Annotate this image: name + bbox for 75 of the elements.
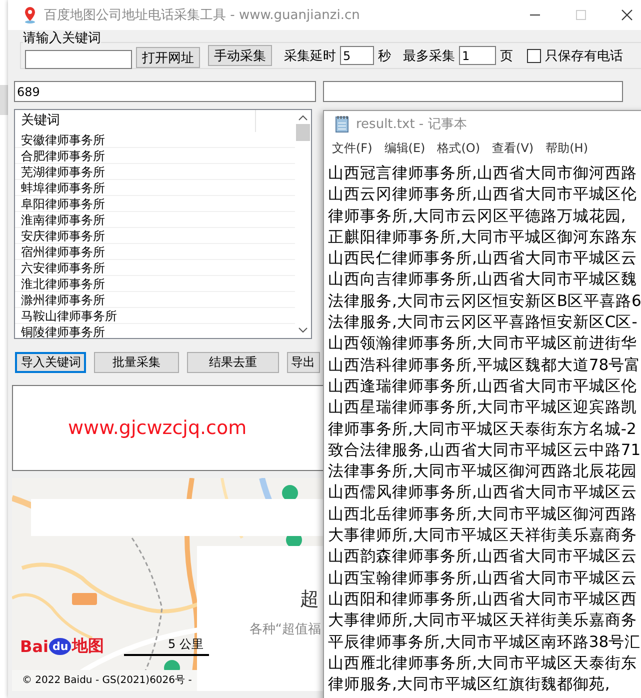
menu-item[interactable]: 查看(V) [492, 140, 534, 156]
list-item[interactable]: 阜阳律师事务所 [15, 196, 295, 212]
text-line: 山西儒风律师事务所,山西省大同市平城区云 [328, 482, 638, 504]
text-line: 山西向吉律师事务所,山西省大同市平城区魏 [328, 269, 638, 290]
action-button[interactable]: 批量采集 [94, 352, 179, 373]
text-line: 律师服务,大同市平城区红旗街魏都御苑, [328, 674, 611, 696]
popup-text: 各种“超值福 [249, 621, 321, 638]
scroll-down-icon[interactable] [298, 326, 308, 334]
list-item[interactable]: 淮北律师事务所 [15, 276, 295, 292]
text-line: 法律服务,大同市云冈区平喜路恒安新区C区- [328, 312, 638, 334]
text-line: 山西云冈律师事务所,山西省大同市平城区伦 [328, 184, 638, 206]
group-label: 请输入关键词 [23, 32, 101, 46]
logo-text: Bai [20, 637, 48, 656]
text-line: 山西阳和律师事务所,山西省大同市平城区西 [328, 588, 638, 610]
column-header[interactable]: 关键词 [15, 110, 256, 132]
text-line: 律师事务所,大同市平城区天泰街东方名城-2 [328, 418, 638, 440]
list-item[interactable]: 六安律师事务所 [15, 260, 295, 276]
action-button[interactable]: 结果去重 [187, 352, 279, 373]
text-line: 致合法律服务,山西省大同市平城区云中路71 [328, 440, 641, 461]
list-item[interactable]: 淮南律师事务所 [15, 212, 295, 228]
keyword-field[interactable] [25, 50, 132, 69]
website-link[interactable]: www.gjcwzcjq.com [68, 417, 247, 439]
checkbox[interactable] [527, 48, 541, 62]
text-line: 正麒阳律师事务所,大同市平城区御河东路东 [328, 226, 638, 248]
list-item[interactable]: 安徽律师事务所 [15, 132, 295, 148]
map-copyright: © 2022 Baidu - GS(2021)6026号 - [12, 670, 197, 691]
text-line: 山西民仁律师事务所,山西省大同市平城区云 [328, 248, 638, 270]
list-item[interactable]: 合肥律师事务所 [15, 148, 295, 164]
text-line: 法律服务,大同市云冈区恒安新区B区平喜路6 [328, 290, 641, 312]
text-line: 大事律师所,大同市平城区天祥街美乐嘉商务 [328, 525, 638, 546]
text-line: 大事律师所,大同市平城区天祥街美乐嘉商务 [328, 610, 638, 632]
max-pages-field[interactable]: 1 [459, 46, 496, 65]
list-item[interactable]: 蚌埠律师事务所 [15, 180, 295, 196]
max-pages-label: 最多采集 [403, 48, 455, 64]
window-title: result.txt - 记事本 [356, 116, 467, 133]
list-item[interactable]: 马鞍山律师事务所 [15, 308, 295, 324]
logo-text: 地图 [72, 636, 104, 657]
menu-item[interactable]: 文件(F) [332, 140, 372, 156]
text-line: 山西逢瑞律师事务所,山西省大同市平城区伦 [328, 376, 638, 397]
menu-item[interactable]: 编辑(E) [384, 140, 426, 156]
notepad-icon [334, 115, 350, 133]
action-button[interactable]: 导出 [287, 352, 320, 373]
delay-field[interactable]: 5 [340, 46, 374, 65]
text-line: 山西浩科律师事务所,平城区魏都大道78号富 [328, 354, 641, 376]
list-item[interactable]: 滁州律师事务所 [15, 292, 295, 308]
text-line: 山西雁北律师事务所,大同市平城区天泰街东 [328, 652, 638, 674]
text-line: 律师事务所,大同市云冈区平德路万城花园, [328, 206, 627, 227]
map-pin-icon [22, 6, 38, 24]
delay-label: 采集延时 [284, 48, 336, 64]
text-field[interactable] [323, 81, 623, 102]
window-title: 百度地图公司地址电话采集工具 - www.guanjianzi.cn [44, 7, 360, 24]
list-item[interactable]: 芜湖律师事务所 [15, 164, 295, 180]
unit-label: 页 [500, 48, 513, 64]
count-field[interactable]: 689 [14, 81, 316, 102]
checkbox-label: 只保存有电话 [545, 48, 623, 64]
text-line: 山西宝翰律师事务所,山西省大同市平城区云 [328, 568, 638, 589]
scroll-up-icon[interactable] [298, 114, 308, 122]
list-item[interactable]: 宿州律师事务所 [15, 244, 295, 260]
text-line: 山西领瀚律师事务所,大同市平城区前进街华 [328, 333, 638, 354]
open-url-button[interactable]: 打开网址 [136, 47, 200, 68]
text-line: 山西星瑞律师事务所,大同市平城区迎宾路凯 [328, 397, 638, 418]
text-line: 法律事务所,大同市平城区御河西路北辰花园 [328, 461, 638, 482]
text-line: 山西韵森律师事务所,山西省大同市平城区云 [328, 546, 638, 568]
menu-item[interactable]: 格式(O) [437, 140, 480, 156]
text-line: 山西北岳律师事务所,大同市平城区御河西路 [328, 504, 638, 525]
action-button[interactable]: 导入关键词 [15, 352, 86, 373]
popup-title: 超 [300, 587, 319, 612]
manual-collect-button[interactable]: 手动采集 [208, 45, 272, 66]
unit-label: 秒 [378, 48, 391, 64]
menu-item[interactable]: 帮助(H) [546, 140, 588, 156]
scroll-thumb[interactable] [296, 124, 310, 141]
close-icon[interactable] [621, 9, 633, 21]
list-item[interactable]: 安庆律师事务所 [15, 228, 295, 244]
text-line: 平辰律师事务所,大同市平城区南环路38号汇 [328, 632, 641, 653]
text-line: 山西冠言律师事务所,山西省大同市御河西路 [328, 163, 638, 184]
